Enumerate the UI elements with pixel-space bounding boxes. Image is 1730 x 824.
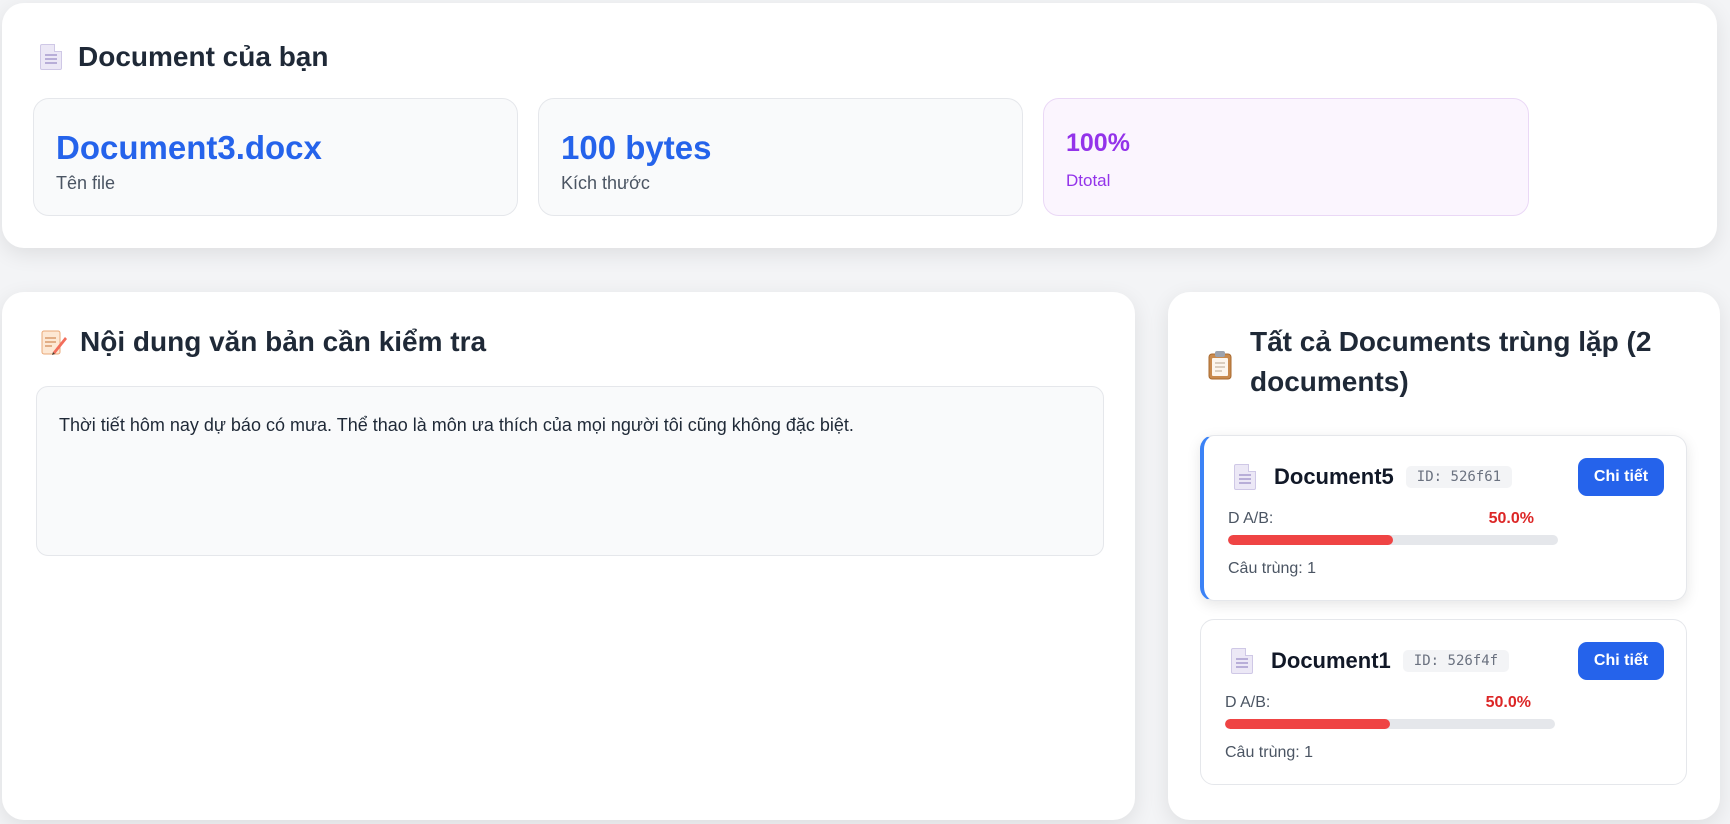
dtotal-value: 100% (1066, 129, 1130, 157)
duplicate-name: Document1 (1271, 648, 1391, 673)
dtotal-stat: 100% Dtotal (1043, 98, 1529, 216)
file-size-stat: 100 bytes Kích thước (538, 98, 1023, 216)
duplicate-item-head: Document5 ID: 526f61 (1234, 464, 1513, 490)
file-size-value: 100 bytes (561, 129, 712, 166)
document-summary-header: Document của bạn (40, 41, 328, 73)
duplicates-card: Tất cả Documents trùng lặp (2 documents)… (1168, 292, 1720, 820)
similarity-value: 50.0% (1485, 694, 1531, 711)
file-size-label: Kích thước (561, 173, 650, 193)
document-icon (40, 44, 62, 70)
document-icon (1234, 464, 1256, 490)
content-card: Nội dung văn bản cần kiểm tra Thời tiết … (2, 292, 1135, 820)
dtotal-label: Dtotal (1066, 171, 1111, 190)
document-summary-card: Document của bạn Document3.docx Tên file… (2, 3, 1717, 248)
content-title: Nội dung văn bản cần kiểm tra (80, 326, 487, 357)
duplicates-title-line2: documents) (1250, 366, 1409, 397)
duplicate-name: Document5 (1274, 464, 1394, 489)
file-name-value: Document3.docx (56, 129, 322, 166)
similarity-progress-bar (1225, 719, 1555, 729)
file-name-label: Tên file (56, 173, 116, 193)
content-header: Nội dung văn bản cần kiểm tra (40, 326, 486, 358)
match-count: Câu trùng: 1 (1228, 560, 1317, 577)
similarity-label: D A/B: (1225, 694, 1271, 711)
duplicates-title-line1: Tất cả Documents trùng lặp (2 (1250, 326, 1652, 357)
duplicate-item: Document5 ID: 526f61 Chi tiết D A/B: 50.… (1200, 435, 1687, 601)
detail-button[interactable]: Chi tiết (1578, 458, 1664, 496)
duplicate-id-badge: ID: 526f61 (1405, 466, 1513, 488)
document-icon (1231, 648, 1253, 674)
detail-button[interactable]: Chi tiết (1578, 642, 1664, 680)
similarity-value: 50.0% (1488, 510, 1534, 527)
duplicate-item: Document1 ID: 526f4f Chi tiết D A/B: 50.… (1200, 619, 1687, 785)
clipboard-icon (1208, 350, 1232, 385)
similarity-progress-bar (1228, 535, 1558, 545)
duplicates-title: Tất cả Documents trùng lặp (2 documents) (1250, 322, 1651, 402)
similarity-label: D A/B: (1228, 510, 1274, 527)
document-summary-title: Document của bạn (78, 41, 329, 72)
similarity-progress-fill (1225, 719, 1390, 729)
content-text-area: Thời tiết hôm nay dự báo có mưa. Thể tha… (36, 386, 1104, 556)
duplicate-item-head: Document1 ID: 526f4f (1231, 648, 1510, 674)
similarity-progress-fill (1228, 535, 1393, 545)
file-name-stat: Document3.docx Tên file (33, 98, 518, 216)
memo-pencil-icon (41, 330, 67, 355)
match-count: Câu trùng: 1 (1225, 744, 1314, 761)
duplicate-id-badge: ID: 526f4f (1402, 650, 1510, 672)
